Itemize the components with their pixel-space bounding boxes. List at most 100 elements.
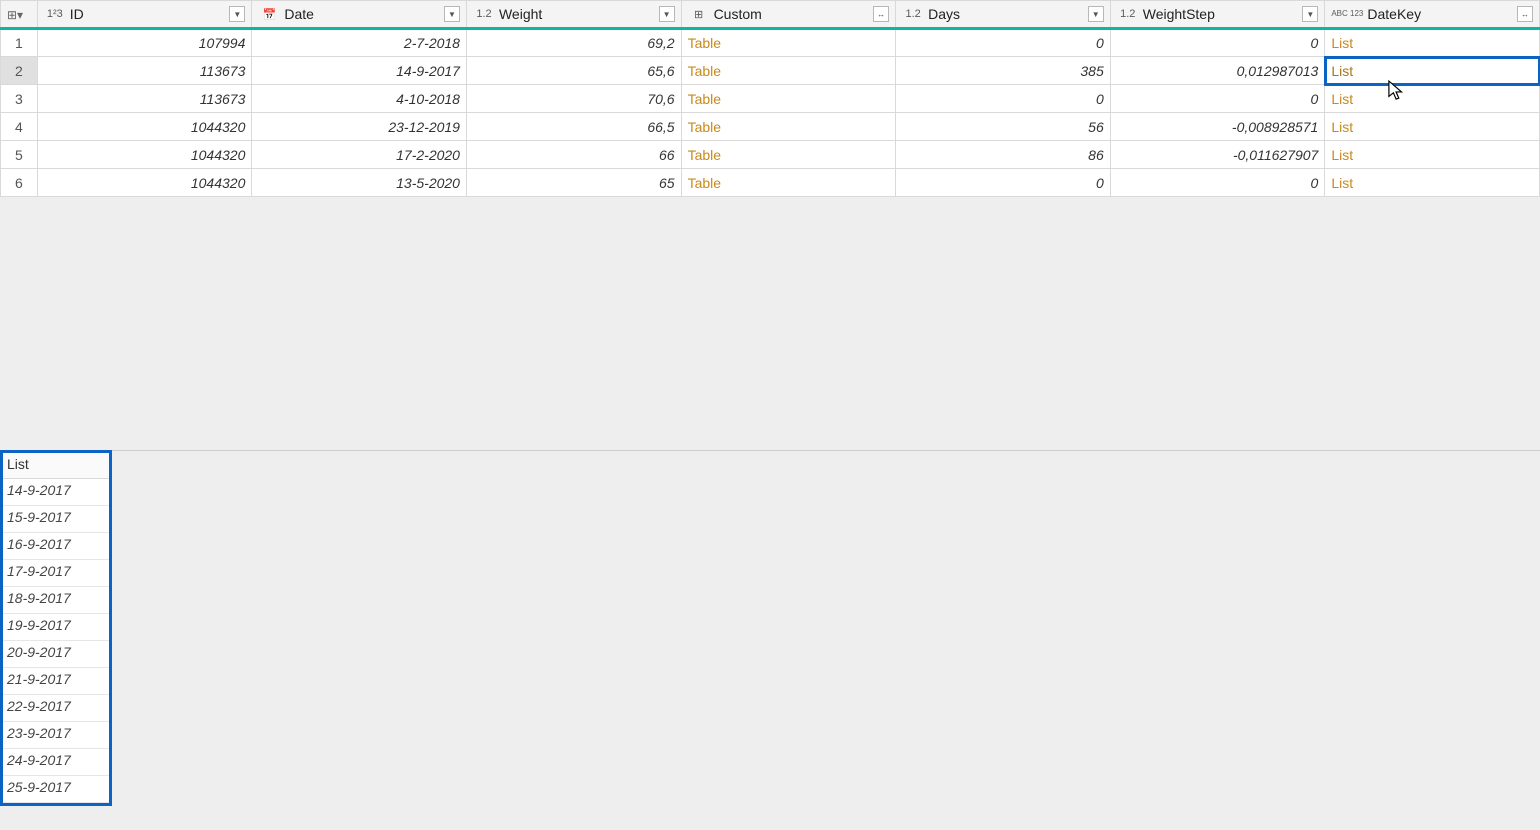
row-index[interactable]: 3 [1,85,38,113]
list-item[interactable]: 21-9-2017 [3,668,109,695]
cell-weightstep[interactable]: 0 [1110,85,1325,113]
column-header-id[interactable]: 1²3 ID ▼ [37,1,252,29]
cell-weight[interactable]: 70,6 [466,85,681,113]
cell-custom[interactable]: Table [681,57,896,85]
column-name: ID [70,6,226,22]
cell-weight[interactable]: 65 [466,169,681,197]
list-item[interactable]: 24-9-2017 [3,749,109,776]
cell-custom[interactable]: Table [681,113,896,141]
cell-custom[interactable]: Table [681,169,896,197]
structured-link[interactable]: Table [688,91,721,107]
cell-datekey[interactable]: List [1325,85,1540,113]
table-row[interactable]: 6104432013-5-202065 Table 00 List [1,169,1540,197]
cell-days[interactable]: 385 [896,57,1111,85]
filter-icon[interactable]: ▼ [1088,6,1104,22]
row-index[interactable]: 6 [1,169,38,197]
cell-date[interactable]: 17-2-2020 [252,141,467,169]
cell-custom[interactable]: Table [681,29,896,57]
cell-weightstep[interactable]: -0,011627907 [1110,141,1325,169]
type-icon-decimal: 1.2 [473,8,495,20]
filter-icon[interactable]: ▼ [1302,6,1318,22]
structured-link[interactable]: Table [688,119,721,135]
list-item[interactable]: 19-9-2017 [3,614,109,641]
expand-icon[interactable]: ↔ [873,6,889,22]
row-index[interactable]: 5 [1,141,38,169]
filter-icon[interactable]: ▼ [659,6,675,22]
cell-id[interactable]: 1044320 [37,141,252,169]
row-index[interactable]: 1 [1,29,38,57]
column-header-datekey[interactable]: ABC 123 DateKey ↔ [1325,1,1540,29]
cell-custom[interactable]: Table [681,85,896,113]
list-item[interactable]: 22-9-2017 [3,695,109,722]
cell-id[interactable]: 1044320 [37,169,252,197]
data-table-container: ⊞▾ 1²3 ID ▼ 📅 Date ▼ [0,0,1540,197]
cell-id[interactable]: 107994 [37,29,252,57]
cell-days[interactable]: 0 [896,29,1111,57]
preview-pane: List 14-9-201715-9-201716-9-201717-9-201… [0,450,1540,830]
cell-datekey[interactable]: List [1325,29,1540,57]
cell-weightstep[interactable]: 0 [1110,29,1325,57]
structured-link[interactable]: List [1331,147,1353,163]
structured-link[interactable]: Table [688,63,721,79]
cell-datekey[interactable]: List [1325,57,1540,85]
cell-id[interactable]: 113673 [37,57,252,85]
cell-weightstep[interactable]: -0,008928571 [1110,113,1325,141]
row-index[interactable]: 4 [1,113,38,141]
column-header-date[interactable]: 📅 Date ▼ [252,1,467,29]
list-item[interactable]: 14-9-2017 [3,479,109,506]
list-item[interactable]: 23-9-2017 [3,722,109,749]
list-item[interactable]: 16-9-2017 [3,533,109,560]
list-item[interactable]: 17-9-2017 [3,560,109,587]
cell-weight[interactable]: 66,5 [466,113,681,141]
cell-datekey[interactable]: List [1325,113,1540,141]
cell-date[interactable]: 2-7-2018 [252,29,467,57]
column-header-weight[interactable]: 1.2 Weight ▼ [466,1,681,29]
cell-weightstep[interactable]: 0,012987013 [1110,57,1325,85]
cell-id[interactable]: 1044320 [37,113,252,141]
expand-icon[interactable]: ↔ [1517,6,1533,22]
structured-link[interactable]: List [1331,35,1353,51]
filter-icon[interactable]: ▼ [444,6,460,22]
cell-weight[interactable]: 69,2 [466,29,681,57]
cell-weight[interactable]: 65,6 [466,57,681,85]
structured-link[interactable]: Table [688,35,721,51]
column-header-custom[interactable]: ⊞ Custom ↔ [681,1,896,29]
cell-id[interactable]: 113673 [37,85,252,113]
cell-datekey[interactable]: List [1325,141,1540,169]
cell-days[interactable]: 56 [896,113,1111,141]
list-item[interactable]: 25-9-2017 [3,776,109,803]
table-row[interactable]: 211367314-9-201765,6 Table 3850,012987013 L… [1,57,1540,85]
cell-days[interactable]: 0 [896,169,1111,197]
structured-link[interactable]: List [1331,119,1353,135]
cell-days[interactable]: 0 [896,85,1111,113]
filter-icon[interactable]: ▼ [229,6,245,22]
cell-date[interactable]: 13-5-2020 [252,169,467,197]
cell-date[interactable]: 4-10-2018 [252,85,467,113]
cell-custom[interactable]: Table [681,141,896,169]
column-name: Days [928,6,1084,22]
cell-days[interactable]: 86 [896,141,1111,169]
row-index[interactable]: 2 [1,57,38,85]
cell-weightstep[interactable]: 0 [1110,169,1325,197]
cell-weight[interactable]: 66 [466,141,681,169]
structured-link[interactable]: Table [688,147,721,163]
list-item[interactable]: 20-9-2017 [3,641,109,668]
column-header-weightstep[interactable]: 1.2 WeightStep ▼ [1110,1,1325,29]
table-row[interactable]: 31136734-10-201870,6 Table 00 List [1,85,1540,113]
list-item[interactable]: 18-9-2017 [3,587,109,614]
structured-link[interactable]: Table [688,175,721,191]
table-row[interactable]: 5104432017-2-202066 Table 86-0,011627907 Li… [1,141,1540,169]
table-corner[interactable]: ⊞▾ [1,1,38,29]
table-row[interactable]: 4104432023-12-201966,5 Table 56-0,00892857… [1,113,1540,141]
list-item[interactable]: 15-9-2017 [3,506,109,533]
structured-link[interactable]: List [1331,91,1353,107]
list-preview[interactable]: List 14-9-201715-9-201716-9-201717-9-201… [0,450,112,806]
cell-datekey[interactable]: List [1325,169,1540,197]
structured-link[interactable]: List [1331,63,1353,79]
structured-link[interactable]: List [1331,175,1353,191]
table-row[interactable]: 11079942-7-201869,2 Table 00 List [1,29,1540,57]
column-header-days[interactable]: 1.2 Days ▼ [896,1,1111,29]
cell-date[interactable]: 14-9-2017 [252,57,467,85]
type-icon-date: 📅 [258,8,280,21]
cell-date[interactable]: 23-12-2019 [252,113,467,141]
